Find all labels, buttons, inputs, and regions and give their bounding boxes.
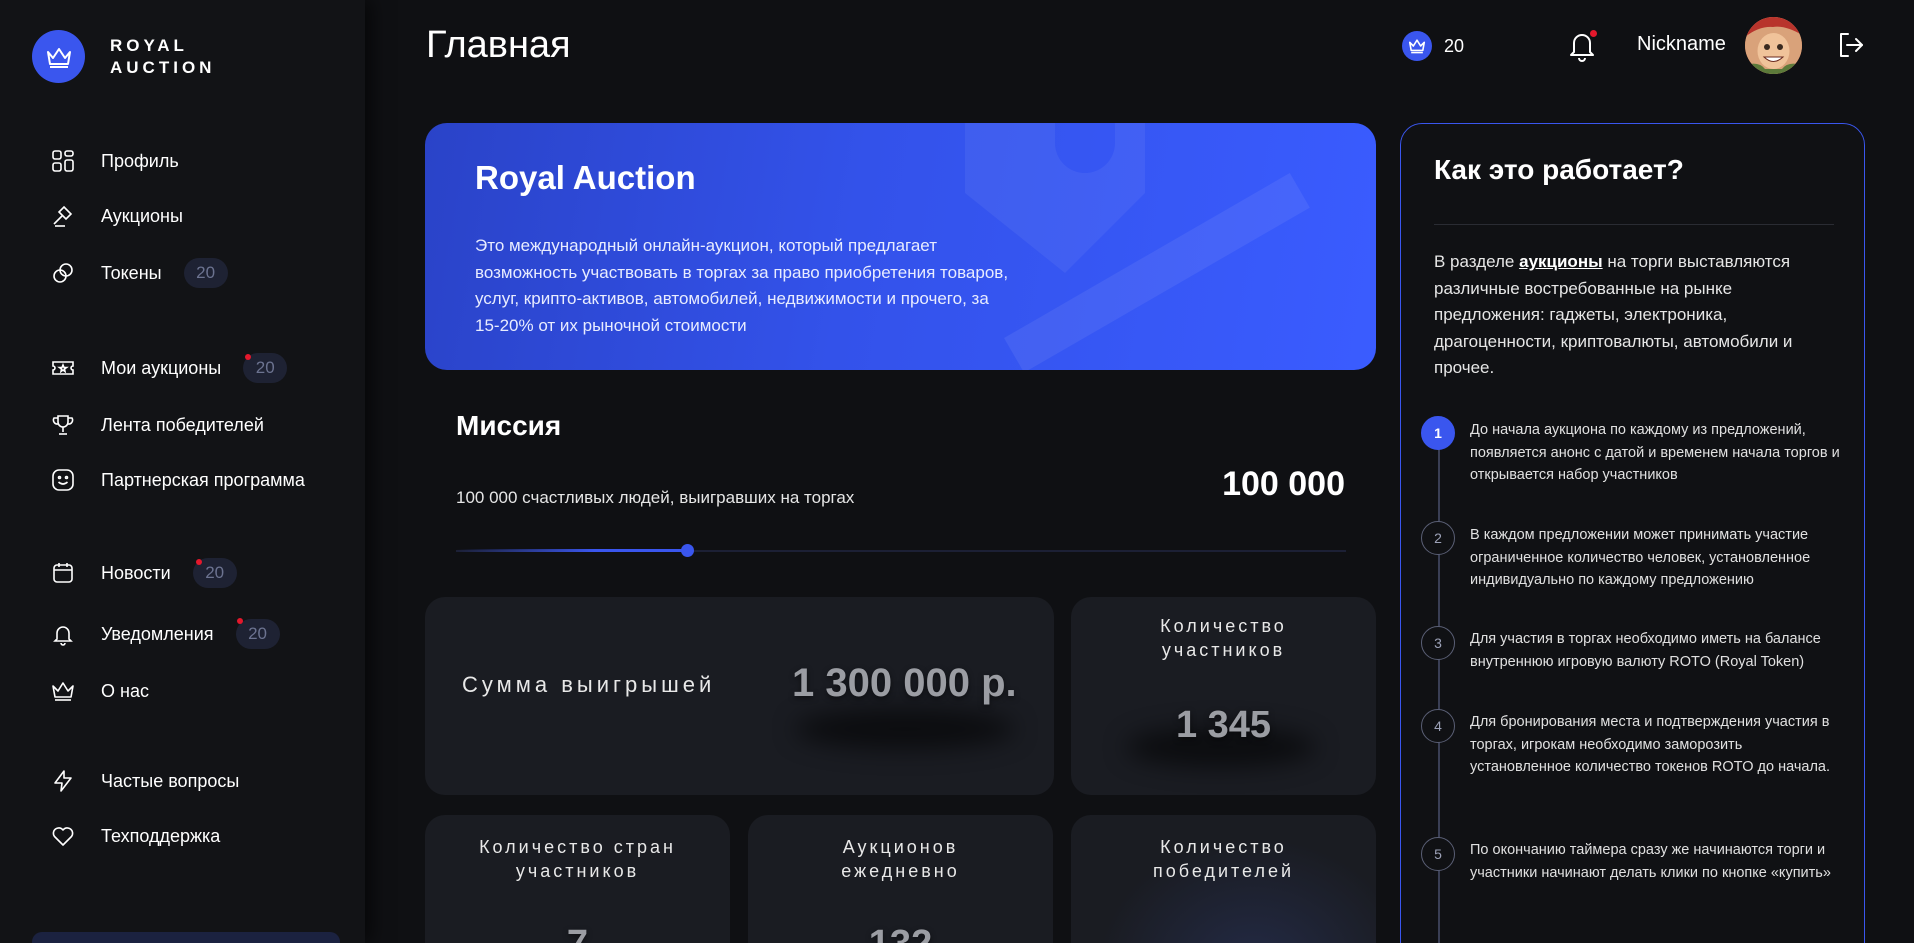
step-number: 3 [1421, 626, 1455, 660]
stat-card-participants: Количество участников 1 345 [1071, 597, 1376, 795]
hero-banner: Royal Auction Это международный онлайн-а… [425, 123, 1376, 370]
hero-title: Royal Auction [475, 159, 696, 196]
how-intro: В разделе аукционы на торги выставляются… [1434, 252, 1793, 377]
ticket-icon [50, 355, 76, 381]
sidebar-item-auctions[interactable]: Аукционы [50, 201, 183, 231]
smile-icon [50, 467, 76, 493]
stat-value: 132 [748, 923, 1053, 943]
sidebar-item-news[interactable]: Новости 20 [50, 558, 237, 588]
page-title: Главная [426, 24, 571, 66]
stat-value: 7 [425, 923, 730, 943]
step-number: 4 [1421, 709, 1455, 743]
stat-value: 1 300 000 р. [792, 661, 1017, 705]
sidebar: ROYAL AUCTION Профиль Аукционы Токены 20… [0, 0, 365, 943]
sidebar-item-label: Частые вопросы [101, 770, 240, 791]
unread-dot [1590, 30, 1597, 37]
step-text: В каждом предложении может принимать уча… [1470, 527, 1811, 588]
step-number: 5 [1421, 837, 1455, 871]
sidebar-item-label: Новости [101, 562, 171, 583]
lightning-icon [50, 768, 76, 794]
grid-icon [50, 148, 76, 174]
stat-card-countries: Количество стран участников 7 [425, 815, 730, 943]
stat-card-winners: Количество победителей [1071, 815, 1376, 943]
unread-dot [245, 354, 251, 360]
heart-icon [50, 823, 76, 849]
logout-icon[interactable] [1836, 30, 1866, 60]
crown-icon [32, 30, 85, 83]
mission-progress-fill [456, 549, 687, 552]
sidebar-item-label: Аукционы [101, 205, 183, 226]
stat-label: Количество стран участников [479, 837, 676, 881]
how-it-works-panel: Как это работает? В разделе аукционы на … [1400, 123, 1865, 943]
sidebar-item-profile[interactable]: Профиль [50, 146, 179, 176]
mission-description: 100 000 счастливых людей, выигравших на … [456, 488, 855, 507]
mission-title: Миссия [456, 410, 562, 441]
sidebar-item-about[interactable]: О нас [50, 676, 149, 706]
stat-label: Количество участников [1160, 616, 1287, 660]
logo-text: ROYAL AUCTION [110, 35, 216, 77]
unread-dot [237, 618, 243, 624]
step-text: По окончанию таймера сразу же начинаются… [1470, 842, 1831, 881]
user-nickname[interactable]: Nickname [1637, 33, 1726, 56]
sidebar-item-label: Техподдержка [101, 825, 221, 846]
gavel-icon [50, 203, 76, 229]
avatar[interactable] [1745, 17, 1802, 74]
token-balance[interactable]: 20 [1402, 31, 1464, 61]
sidebar-item-winners-feed[interactable]: Лента победителей [50, 410, 264, 440]
sidebar-item-label: Мои аукционы [101, 357, 222, 378]
mission-number: 100 000 [1222, 465, 1345, 503]
sidebar-item-support[interactable]: Техподдержка [50, 821, 220, 851]
step-text: До начала аукциона по каждому из предлож… [1470, 422, 1840, 483]
step-number: 1 [1421, 416, 1455, 450]
unread-dot [196, 559, 202, 565]
how-title: Как это работает? [1434, 154, 1684, 185]
crown-icon [1402, 31, 1432, 61]
sidebar-item-tokens[interactable]: Токены 20 [50, 258, 228, 288]
stat-label: Аукционов ежедневно [841, 837, 960, 881]
calendar-icon [50, 560, 76, 586]
stat-value: 1 345 [1175, 704, 1272, 746]
stat-label: Сумма выигрышей [462, 672, 716, 697]
sidebar-item-label: Партнерская программа [101, 469, 305, 490]
stat-card-daily-auctions: Аукционов ежедневно 132 [748, 815, 1053, 943]
stat-card-winnings: Сумма выигрышей 1 300 000 р. [425, 597, 1054, 795]
sidebar-item-label: Уведомления [101, 623, 214, 644]
step-text: Для участия в торгах необходимо иметь на… [1470, 631, 1821, 670]
sidebar-item-notifications[interactable]: Уведомления 20 [50, 619, 280, 649]
coins-icon [50, 260, 76, 286]
token-count: 20 [1444, 35, 1465, 56]
sidebar-item-label: Токены [101, 262, 162, 283]
mission-progress-knob [681, 544, 694, 557]
sidebar-item-label: Профиль [101, 150, 179, 171]
step-text: Для бронирования места и подтверждения у… [1470, 714, 1831, 775]
divider [1434, 224, 1834, 225]
hero-description: Это международный онлайн-аукцион, которы… [475, 236, 1009, 335]
bell-icon [50, 621, 76, 647]
step-number: 2 [1421, 521, 1455, 555]
sidebar-item-label: О нас [101, 680, 149, 701]
sidebar-item-partner-program[interactable]: Партнерская программа [50, 465, 305, 495]
sidebar-item-label: Лента победителей [101, 414, 264, 435]
sidebar-bottom-panel[interactable] [32, 932, 340, 943]
count-badge: 20 [235, 619, 280, 649]
sidebar-item-my-auctions[interactable]: Мои аукционы 20 [50, 353, 288, 383]
trophy-icon [50, 412, 76, 438]
crown-icon [50, 678, 76, 704]
auctions-link[interactable]: аукционы [1519, 252, 1603, 271]
sidebar-item-faq[interactable]: Частые вопросы [50, 766, 239, 796]
logo[interactable]: ROYAL AUCTION [32, 30, 215, 83]
stat-label: Количество победителей [1152, 837, 1295, 881]
count-badge: 20 [183, 258, 228, 288]
